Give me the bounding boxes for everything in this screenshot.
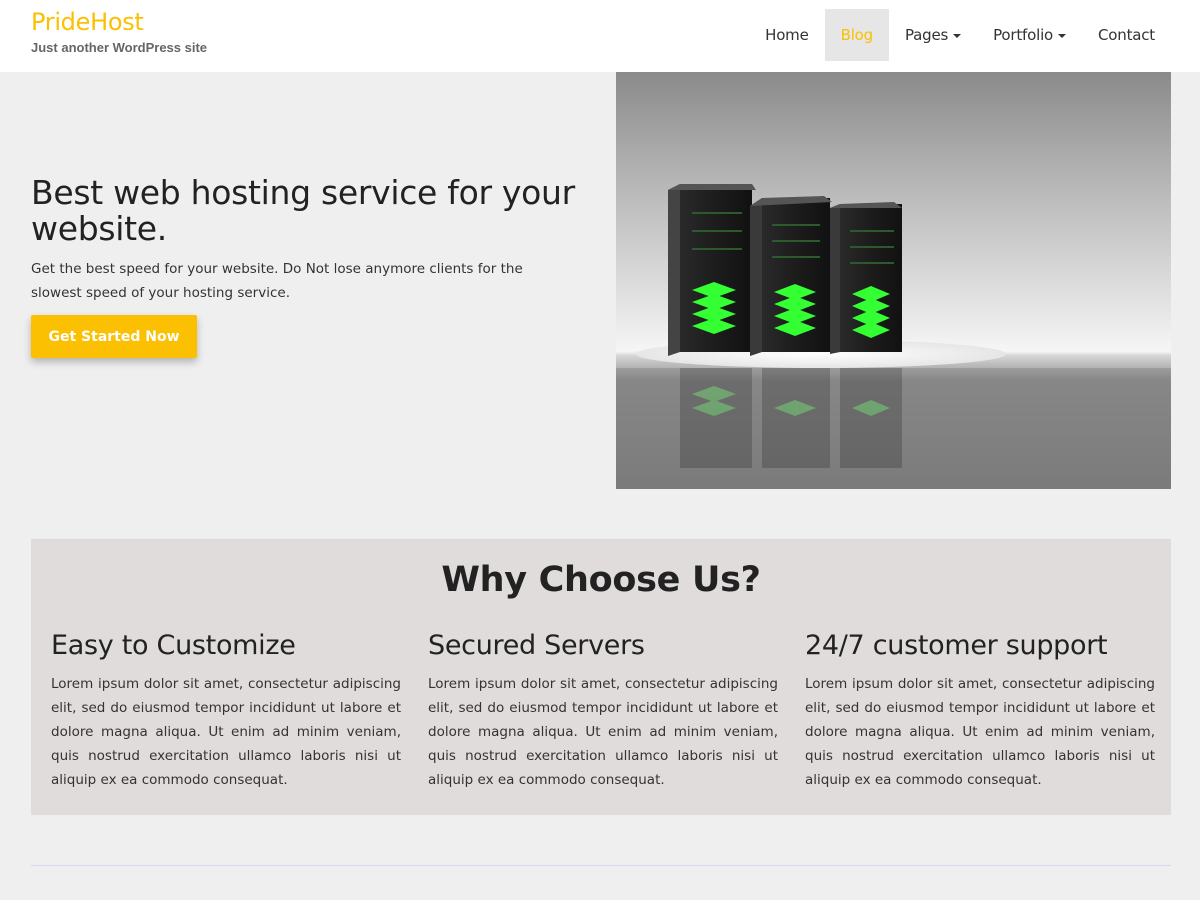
nav-item-home[interactable]: Home [749, 9, 825, 61]
nav-item-label: Portfolio [993, 26, 1054, 44]
caret-down-icon [1058, 34, 1067, 38]
nav-item-pages[interactable]: Pages [889, 9, 977, 61]
feature-title: Secured Servers [428, 630, 645, 661]
feature-text: Lorem ipsum dolor sit amet, consectetur … [805, 676, 1155, 788]
nav-item-portfolio[interactable]: Portfolio [977, 9, 1082, 61]
site-header: PrideHost Just another WordPress site Ho… [0, 0, 1200, 72]
hero-title: Best web hosting service for your websit… [31, 173, 575, 248]
site-tagline: Just another WordPress site [31, 40, 208, 55]
caret-down-icon [953, 34, 962, 38]
why-choose-us-section: Why Choose Us? Easy to Customize Lorem i… [31, 539, 1171, 815]
hero-section: Best web hosting service for your websit… [31, 175, 601, 358]
nav-item-label: Pages [904, 26, 949, 44]
main-nav: Home Blog Pages Portfolio Contact [749, 9, 1171, 61]
nav-item-blog[interactable]: Blog [824, 9, 889, 61]
nav-item-label: Home [765, 26, 809, 44]
nav-item-label: Blog [840, 26, 874, 44]
nav-item-contact[interactable]: Contact [1082, 9, 1171, 61]
nav-item-label: Contact [1098, 26, 1155, 44]
features-row: Easy to Customize Lorem ipsum dolor sit … [51, 628, 1182, 792]
server-rack-3 [830, 202, 902, 468]
server-rack-1 [668, 184, 756, 468]
feature-easy-customize: Easy to Customize Lorem ipsum dolor sit … [51, 628, 428, 792]
feature-title: Easy to Customize [51, 630, 296, 661]
branding: PrideHost Just another WordPress site [31, 6, 207, 55]
feature-text: Lorem ipsum dolor sit amet, consectetur … [428, 676, 778, 788]
server-racks-image [616, 72, 1171, 489]
feature-title: 24/7 customer support [805, 630, 1108, 661]
feature-customer-support: 24/7 customer support Lorem ipsum dolor … [805, 628, 1182, 792]
feature-text: Lorem ipsum dolor sit amet, consectetur … [51, 676, 401, 788]
site-title-link[interactable]: PrideHost [31, 6, 207, 38]
why-title: Why Choose Us? [441, 560, 761, 600]
feature-secured-servers: Secured Servers Lorem ipsum dolor sit am… [428, 628, 805, 792]
server-rack-2 [750, 196, 832, 468]
hero-description: Get the best speed for your website. Do … [31, 261, 523, 301]
section-divider [31, 865, 1171, 866]
get-started-button[interactable]: Get Started Now [31, 315, 197, 358]
